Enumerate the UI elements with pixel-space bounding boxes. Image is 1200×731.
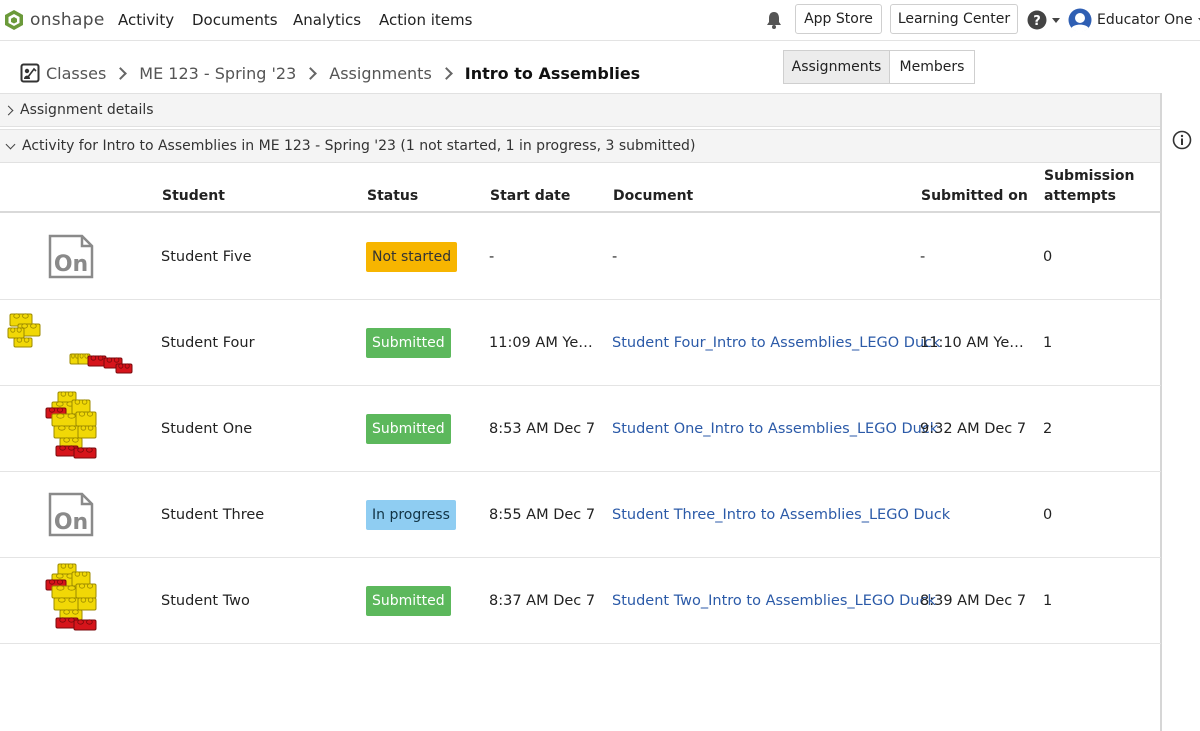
user-menu[interactable]: Educator One	[1068, 8, 1200, 32]
assignment-details-toggle[interactable]: Assignment details	[0, 93, 1161, 127]
table-row[interactable]: Student Two Submitted 8:37 AM Dec 7 Stud…	[0, 558, 1161, 644]
help-icon: ?	[1027, 10, 1047, 30]
submission-attempts: 0	[1043, 248, 1053, 265]
submitted-on: 11:10 AM Yesterday	[920, 334, 1030, 351]
learning-center-button[interactable]: Learning Center	[890, 4, 1018, 34]
student-thumbnail	[0, 386, 145, 471]
chevron-right-icon	[3, 105, 14, 115]
start-date: 11:09 AM Yesterday	[489, 334, 599, 351]
breadcrumb: Classes ME 123 - Spring '23 Assignments …	[20, 62, 640, 84]
header-attempts-line2[interactable]: attempts	[1044, 188, 1116, 204]
avatar	[1068, 8, 1092, 32]
table-header: Student Status Start date Document Submi…	[0, 163, 1161, 213]
start-date: 8:37 AM Dec 7	[489, 592, 596, 609]
nav-analytics[interactable]: Analytics	[293, 11, 361, 29]
submitted-on: 8:39 AM Dec 7	[920, 592, 1027, 609]
student-name[interactable]: Student Four	[161, 300, 255, 385]
info-icon[interactable]	[1172, 130, 1192, 150]
status-badge: Submitted	[366, 327, 451, 358]
tab-members[interactable]: Members	[890, 50, 975, 84]
chevron-down-icon	[5, 139, 16, 149]
nav-activity[interactable]: Activity	[118, 11, 174, 29]
student-thumbnail: On	[0, 214, 145, 299]
submission-attempts: 1	[1043, 592, 1053, 609]
document-empty: -	[612, 248, 618, 265]
student-name[interactable]: Student Two	[161, 558, 250, 643]
submission-attempts: 1	[1043, 334, 1053, 351]
student-name[interactable]: Student One	[161, 386, 252, 471]
activity-section-label: Activity for Intro to Assemblies in ME 1…	[22, 138, 696, 154]
document-link[interactable]: Student Four_Intro to Assemblies_LEGO Du…	[612, 335, 941, 351]
submitted-on: -	[920, 248, 926, 265]
svg-text:?: ?	[1033, 14, 1041, 29]
status-badge: In progress	[366, 499, 456, 530]
notifications-bell-icon[interactable]	[764, 10, 784, 30]
header-student[interactable]: Student	[162, 188, 225, 204]
document-link[interactable]: Student One_Intro to Assemblies_LEGO Duc…	[612, 421, 938, 437]
table-row[interactable]: Student Four Submitted 11:09 AM Yesterda…	[0, 300, 1161, 386]
chevron-right-icon	[304, 66, 318, 80]
chevron-down-icon	[1052, 17, 1060, 23]
document-link[interactable]: Student Two_Intro to Assemblies_LEGO Duc…	[612, 593, 936, 609]
student-name[interactable]: Student Three	[161, 472, 264, 557]
header-status[interactable]: Status	[367, 188, 418, 204]
assignment-details-label: Assignment details	[20, 102, 154, 118]
student-thumbnail: On	[0, 472, 145, 557]
breadcrumb-assignments[interactable]: Assignments	[329, 64, 432, 83]
app-store-button[interactable]: App Store	[795, 4, 882, 34]
table-row[interactable]: On Student Five Not started - - - 0	[0, 214, 1161, 300]
student-thumbnail	[0, 300, 145, 385]
submission-attempts: 0	[1043, 506, 1053, 523]
activity-section-toggle[interactable]: Activity for Intro to Assemblies in ME 1…	[0, 129, 1161, 163]
status-badge: Not started	[366, 241, 458, 272]
table-row[interactable]: On Student Three In progress 8:55 AM Dec…	[0, 472, 1161, 558]
student-thumbnail	[0, 558, 145, 643]
tab-assignments[interactable]: Assignments	[783, 50, 890, 84]
submission-attempts: 2	[1043, 420, 1053, 437]
breadcrumb-classes[interactable]: Classes	[46, 64, 106, 83]
help-menu[interactable]: ?	[1027, 10, 1060, 30]
breadcrumb-class[interactable]: ME 123 - Spring '23	[139, 64, 296, 83]
view-tabs: Assignments Members	[783, 50, 975, 84]
onshape-logo[interactable]: onshape	[4, 8, 105, 32]
user-name: Educator One	[1097, 12, 1193, 28]
chevron-right-icon	[439, 66, 453, 80]
onshape-logo-icon	[5, 10, 23, 30]
svg-text:On: On	[54, 510, 88, 535]
start-date: 8:53 AM Dec 7	[489, 420, 596, 437]
start-date: -	[489, 248, 495, 265]
header-submitted-on[interactable]: Submitted on	[921, 188, 1028, 204]
student-name[interactable]: Student Five	[161, 214, 252, 299]
nav-action-items[interactable]: Action items	[379, 11, 472, 29]
header-document[interactable]: Document	[613, 188, 693, 204]
table-row[interactable]: Student One Submitted 8:53 AM Dec 7 Stud…	[0, 386, 1161, 472]
status-badge: Submitted	[366, 585, 451, 616]
header-start-date[interactable]: Start date	[490, 188, 570, 204]
top-navigation-bar: onshape Activity Documents Analytics Act…	[0, 0, 1200, 41]
classes-icon[interactable]	[20, 63, 40, 83]
svg-text:On: On	[54, 252, 88, 277]
chevron-right-icon	[114, 66, 128, 80]
nav-documents[interactable]: Documents	[192, 11, 278, 29]
document-link[interactable]: Student Three_Intro to Assemblies_LEGO D…	[612, 507, 950, 523]
status-badge: Submitted	[366, 413, 451, 444]
page-title: Intro to Assemblies	[464, 63, 641, 83]
brand-name: onshape	[30, 10, 105, 30]
submitted-on: 9:32 AM Dec 7	[920, 420, 1027, 437]
header-attempts-line1[interactable]: Submission	[1044, 168, 1135, 184]
start-date: 8:55 AM Dec 7	[489, 506, 596, 523]
